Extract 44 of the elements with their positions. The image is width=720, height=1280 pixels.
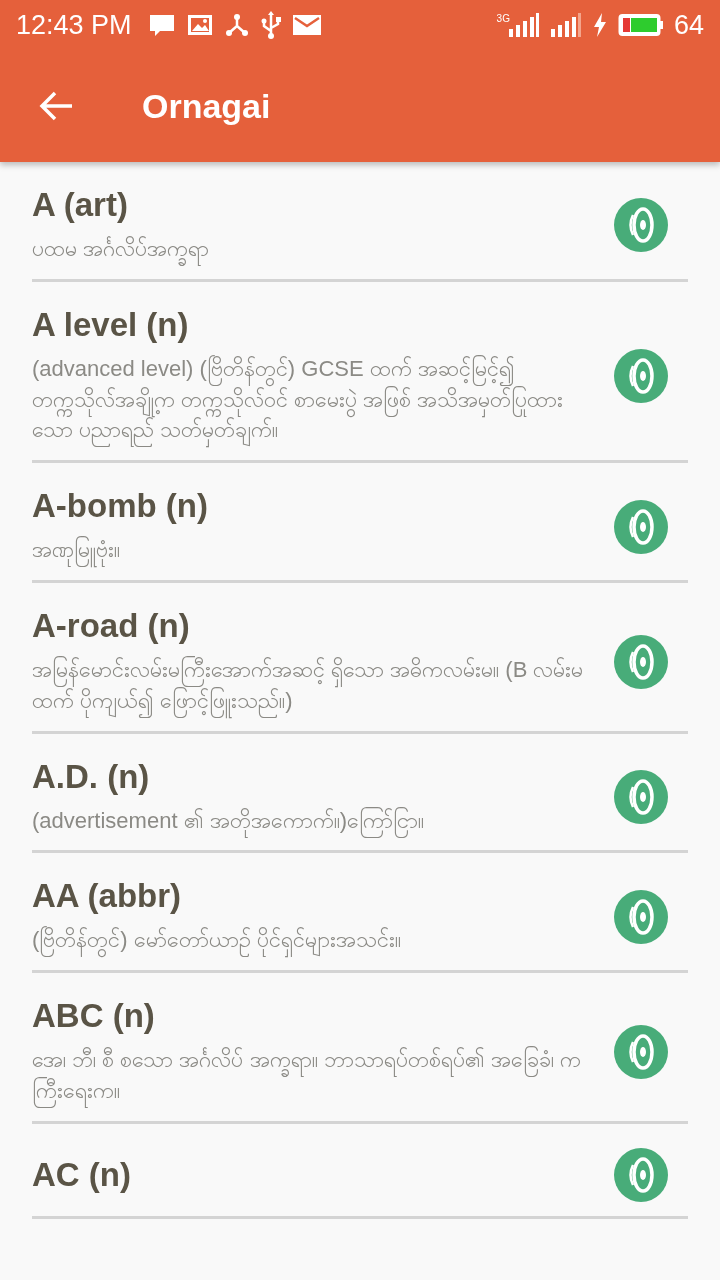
entry-definition: ပထမ အင်္ဂလိပ်အက္ခရာ [32,234,240,265]
speaker-icon [626,356,656,396]
entry-word[interactable]: A-road (n) [32,607,190,645]
back-arrow-icon [38,90,74,122]
speaker-button[interactable] [614,198,668,253]
share-icon [223,12,250,38]
image-icon [185,13,214,37]
entry-word[interactable]: A (art) [32,186,128,224]
speaker-icon [626,205,656,246]
speaker-icon [626,506,656,547]
battery-icon [617,13,664,37]
speaker-icon [626,776,656,817]
entry-word[interactable]: AC (n) [32,1155,131,1194]
entry-word[interactable]: ABC (n) [32,997,155,1036]
entry-definition: (advanced level) (ဗြိတိန်တွင်) GCSE ထက် အဆင့်မြင့်၍ တက္ကသိုလ်အချို့က တက္ကသိုလ်ဝင် စာမေးပွဲ အဖြစ် အသိအမှတ်ပြုထားသော ပညာရည် သတ်မှတ်ချက်။ [32,353,614,447]
entry-definition: (ဗြိတိန်တွင်) မော်တော်ယာဉ် ပိုင်ရှင်များအသင်း။ [32,925,431,957]
usb-icon [259,11,282,39]
network-type: 3G [496,12,510,24]
speaker-icon [626,1031,656,1072]
speaker-button[interactable] [614,769,668,824]
speaker-button[interactable] [614,634,668,689]
speaker-button[interactable] [614,349,668,403]
speaker-button[interactable] [614,1024,668,1079]
battery-percent: 64 [673,9,704,41]
mail-icon [291,13,322,37]
signal-icon [549,12,582,38]
entry-word[interactable]: AA (abbr) [32,877,182,916]
entry-definition: အေ၊ ဘီ၊ စီ စသော အင်္ဂလိပ် အက္ခရာ။ ဘာသာရပ်တစ်ရပ်၏ အခြေခံ၊ ကကြီးရေးက။ [32,1045,614,1107]
entry-word[interactable]: A.D. (n) [32,757,150,796]
app-title: Ornagai [142,86,271,126]
entry-definition: အမြန်မောင်းလမ်းမကြီးအောက်အဆင့် ရှိသော အဓိကလမ်းမ။ (B လမ်းမထက် ပိုကျယ်၍ ဖြောင့်ဖြူးသည်။) [32,655,614,717]
entry-definition: အဏုမြူဗုံး။ [32,535,150,566]
charging-icon [591,12,608,38]
entry-definition: (advertisement ၏ အတိုအကောက်။)ကြော်ငြာ။ [32,805,455,837]
message-icon [147,12,176,38]
speaker-icon [626,896,656,937]
entry-word[interactable]: A level (n) [32,305,189,344]
speaker-button[interactable] [614,1147,668,1202]
status-time: 12:43 PM [16,9,132,41]
entry-word[interactable]: A-bomb (n) [32,487,208,526]
speaker-icon [626,641,656,682]
speaker-button[interactable] [614,499,668,554]
speaker-icon [626,1154,656,1195]
speaker-button[interactable] [614,889,668,944]
